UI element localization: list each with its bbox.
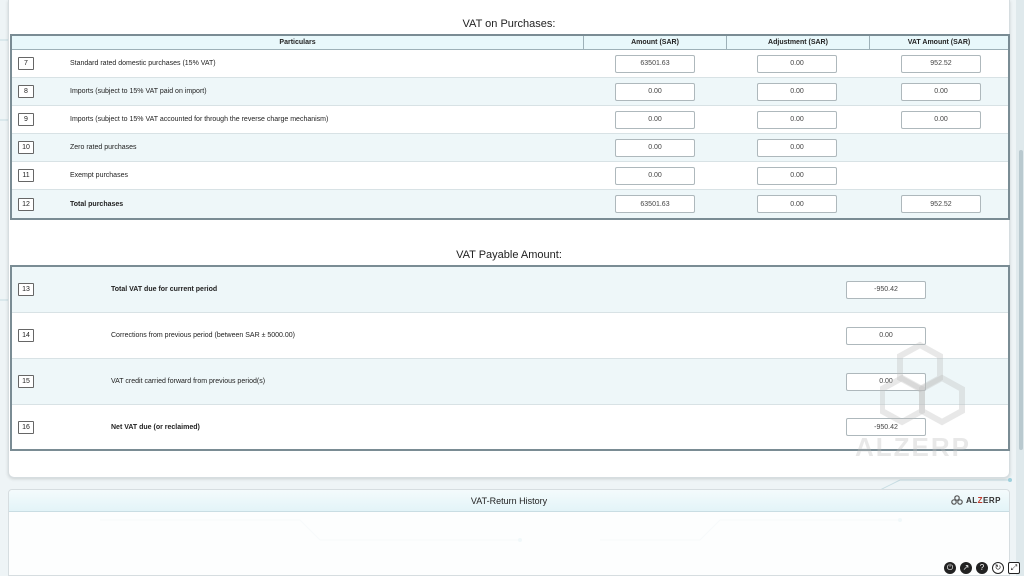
amount-field[interactable]: 0.00 — [615, 138, 695, 157]
brand-watermark: ALZERP — [855, 432, 971, 462]
table-row: 7 Standard rated domestic purchases (15%… — [12, 50, 1008, 78]
refresh-icon[interactable]: ↻ — [992, 562, 1004, 574]
row-number: 11 — [18, 169, 34, 182]
logo-text-prefix: AL — [965, 495, 978, 505]
history-header[interactable]: VAT-Return History AL Z ERP — [9, 490, 1009, 512]
row-label: Total VAT due for current period — [111, 286, 218, 293]
row-label: VAT credit carried forward from previous… — [111, 378, 266, 385]
table-row: 13 Total VAT due for current period -950… — [12, 267, 1008, 313]
vat-return-history-panel: VAT-Return History AL Z ERP — [8, 489, 1010, 576]
history-title: VAT-Return History — [470, 495, 548, 506]
purchases-table: Particulars Amount (SAR) Adjustment (SAR… — [10, 34, 1010, 220]
logo-text-suffix: ERP — [983, 495, 1001, 505]
row-number: 15 — [18, 375, 34, 388]
row-number: 16 — [18, 420, 34, 434]
help-icon[interactable]: ? — [976, 562, 988, 574]
header-adjustment: Adjustment (SAR) — [727, 36, 870, 49]
row-number: 8 — [18, 85, 34, 98]
amount-field[interactable]: 0.00 — [615, 110, 695, 129]
adjustment-field[interactable]: 0.00 — [757, 110, 837, 129]
table-row: 14 Corrections from previous period (bet… — [12, 313, 1008, 359]
adjustment-field[interactable]: 0.00 — [757, 138, 837, 157]
header-vat-amount: VAT Amount (SAR) — [907, 39, 971, 46]
table-row: 15 VAT credit carried forward from previ… — [12, 359, 1008, 405]
adjustment-field[interactable]: 0.00 — [757, 82, 837, 101]
row-number: 10 — [18, 141, 34, 154]
vat-amount-field[interactable]: 0.00 — [901, 82, 981, 101]
vat-amount-field[interactable]: 952.52 — [901, 54, 981, 73]
hexagon-logo-icon — [951, 495, 963, 505]
hexagon-watermark-icon — [880, 341, 965, 426]
row-number: 7 — [18, 57, 34, 70]
power-icon[interactable]: ⏻ — [944, 562, 956, 574]
purchases-section-title: VAT on Purchases: — [462, 18, 556, 30]
row-number: 12 — [18, 197, 34, 211]
row-label: Standard rated domestic purchases (15% V… — [70, 60, 216, 67]
payable-section-title: VAT Payable Amount: — [456, 249, 562, 261]
fullscreen-icon[interactable]: ⤢ — [1008, 562, 1020, 574]
header-particulars: Particulars — [12, 36, 584, 49]
payable-table: 13 Total VAT due for current period -950… — [10, 265, 1010, 451]
vat-return-panel: VAT on Purchases: Particulars Amount (SA… — [8, 0, 1010, 478]
amount-field[interactable]: 0.00 — [615, 82, 695, 101]
row-label: Imports (subject to 15% VAT paid on impo… — [70, 88, 207, 95]
row-label: Total purchases — [70, 200, 124, 208]
adjustment-field[interactable]: 0.00 — [757, 54, 837, 73]
bottom-toolbar: ⏻ ↗ ? ↻ ⤢ — [944, 562, 1020, 574]
amount-field[interactable]: 63501.63 — [615, 54, 695, 73]
row-number: 9 — [18, 113, 34, 126]
table-row: 12 Total purchases 63501.63 0.00 952.52 — [12, 190, 1008, 218]
row-label: Imports (subject to 15% VAT accounted fo… — [70, 116, 329, 123]
row-label: Zero rated purchases — [70, 144, 137, 151]
total-amount-field[interactable]: 63501.63 — [615, 195, 695, 213]
table-row: 10 Zero rated purchases 0.00 0.00 — [12, 134, 1008, 162]
header-amount: Amount (SAR) — [584, 36, 727, 49]
row-label: Exempt purchases — [70, 172, 128, 179]
scrollbar-thumb[interactable] — [1019, 150, 1023, 450]
adjustment-field[interactable]: 0.00 — [757, 166, 837, 185]
row-number: 13 — [18, 283, 34, 296]
table-row: 8 Imports (subject to 15% VAT paid on im… — [12, 78, 1008, 106]
table-row: 9 Imports (subject to 15% VAT accounted … — [12, 106, 1008, 134]
brand-logo: AL Z ERP — [951, 495, 1001, 505]
purchases-table-header: Particulars Amount (SAR) Adjustment (SAR… — [12, 36, 1008, 50]
total-adjustment-field[interactable]: 0.00 — [757, 195, 837, 213]
amount-field[interactable]: 0.00 — [615, 166, 695, 185]
vat-amount-field[interactable]: 0.00 — [901, 110, 981, 129]
vertical-scrollbar[interactable] — [1016, 0, 1024, 576]
total-vat-due-field[interactable]: -950.42 — [846, 280, 926, 299]
row-label: Net VAT due (or reclaimed) — [111, 423, 200, 431]
row-number: 14 — [18, 329, 34, 342]
share-icon[interactable]: ↗ — [960, 562, 972, 574]
table-row: 11 Exempt purchases 0.00 0.00 — [12, 162, 1008, 190]
total-vat-amount-field[interactable]: 952.52 — [901, 195, 981, 213]
row-label: Corrections from previous period (betwee… — [111, 332, 295, 339]
